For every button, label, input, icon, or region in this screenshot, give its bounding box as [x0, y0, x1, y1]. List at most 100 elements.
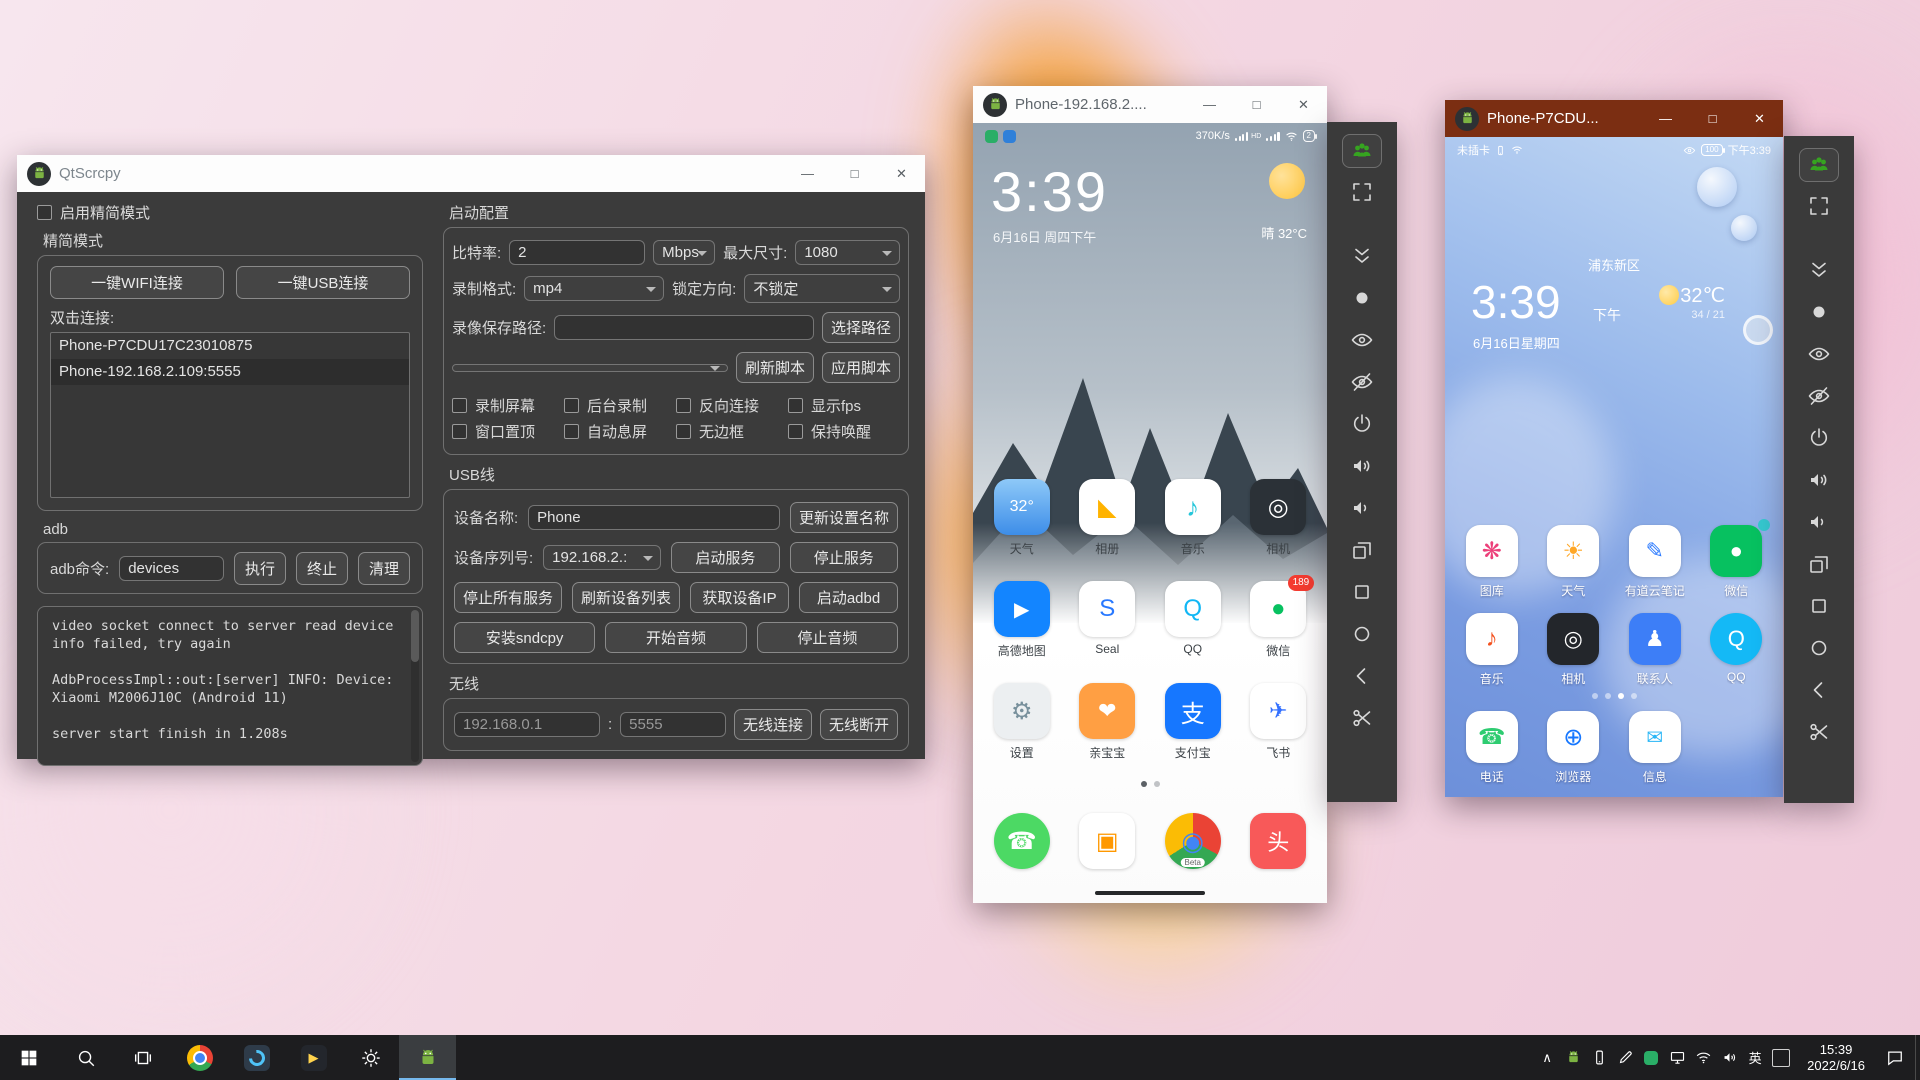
stop-audio-button[interactable]: 停止音频: [756, 622, 898, 653]
checkbox[interactable]: [788, 397, 803, 413]
app-icon[interactable]: ⊕ 浏览器: [1533, 711, 1615, 785]
app-tile[interactable]: ▶: [993, 581, 1050, 637]
checkbox[interactable]: [564, 423, 579, 439]
android-tray[interactable]: [1561, 1043, 1585, 1073]
wireless-disconnect-button[interactable]: 无线断开: [819, 709, 898, 740]
volume-up-button[interactable]: [1801, 462, 1837, 498]
clear-button[interactable]: 清理: [357, 551, 410, 585]
assistive-ball[interactable]: [1743, 315, 1773, 345]
show-desktop-button[interactable]: [1915, 1035, 1920, 1080]
app-icon[interactable]: ☎: [979, 813, 1065, 869]
back-button[interactable]: [1801, 672, 1837, 708]
app-icon[interactable]: ✎ 有道云笔记: [1614, 525, 1696, 599]
volume-down-button[interactable]: [1344, 490, 1380, 526]
choose-path-button[interactable]: 选择路径: [821, 312, 900, 343]
app-tile[interactable]: ♪: [1465, 613, 1518, 665]
checkbox[interactable]: [788, 423, 803, 439]
power-button[interactable]: [1801, 420, 1837, 456]
app-tile[interactable]: ❋: [1465, 525, 1518, 577]
app-icon[interactable]: ✈ 飞书: [1236, 683, 1322, 761]
app-icon[interactable]: ❤ 亲宝宝: [1065, 683, 1151, 761]
touch-cut-button[interactable]: [1801, 714, 1837, 750]
screen-off-button[interactable]: [1801, 378, 1837, 414]
terminate-button[interactable]: 终止: [295, 551, 348, 585]
app-icon[interactable]: ◎ 相机: [1533, 613, 1615, 687]
hidden-icons-chevron[interactable]: ∧: [1535, 1043, 1559, 1073]
taskbar-task-view-button[interactable]: [114, 1035, 171, 1080]
stop-service-button[interactable]: 停止服务: [789, 542, 899, 573]
device-list[interactable]: Phone-P7CDU17C23010875 Phone-192.168.2.10…: [50, 332, 410, 498]
miui-titlebar[interactable]: Phone-192.168.2.... — □ ✕: [973, 86, 1327, 123]
launch-option-checkbox[interactable]: 后台录制: [564, 392, 676, 418]
menu-button[interactable]: [1801, 588, 1837, 624]
app-tile[interactable]: ⚙: [993, 683, 1050, 739]
app-icon[interactable]: ☀ 天气: [1533, 525, 1615, 599]
app-icon[interactable]: 头: [1236, 813, 1322, 869]
stop-all-services-button[interactable]: 停止所有服务: [454, 582, 563, 613]
install-sndcpy-button[interactable]: 安装sndcpy: [454, 622, 596, 653]
app-tile[interactable]: 头: [1250, 813, 1307, 869]
app-icon[interactable]: Q QQ: [1696, 613, 1778, 687]
app-tile[interactable]: ● 189: [1250, 575, 1315, 637]
app-tile[interactable]: ◣: [1079, 479, 1136, 535]
checkbox[interactable]: [676, 397, 691, 413]
launch-option-checkbox[interactable]: 显示fps: [788, 392, 900, 418]
app-icon[interactable]: ♪ 音乐: [1150, 479, 1236, 557]
execute-button[interactable]: 执行: [233, 551, 286, 585]
launch-option-checkbox[interactable]: 保持唤醒: [788, 418, 900, 444]
device-list-item[interactable]: Phone-192.168.2.109:5555: [51, 359, 409, 385]
screen-on-button[interactable]: [1344, 322, 1380, 358]
max-size-combo[interactable]: 1080: [795, 240, 900, 265]
wireless-connect-button[interactable]: 无线连接: [733, 709, 812, 740]
pen-tray[interactable]: [1613, 1043, 1637, 1073]
lock-orientation-combo[interactable]: 不锁定: [744, 274, 900, 303]
app-tile[interactable]: ◎: [1547, 613, 1600, 665]
volume-up-button[interactable]: [1344, 448, 1380, 484]
refresh-script-button[interactable]: 刷新脚本: [735, 352, 814, 383]
app-icon[interactable]: ✉ 信息: [1614, 711, 1696, 785]
app-icon[interactable]: ♪ 音乐: [1451, 613, 1533, 687]
taskbar-qtscrcpy-button[interactable]: [399, 1035, 456, 1080]
group-control-button[interactable]: [1799, 148, 1839, 182]
start-service-button[interactable]: 启动服务: [671, 542, 780, 573]
app-tile[interactable]: ◉ Beta: [1164, 813, 1221, 869]
app-icon[interactable]: ⚙ 设置: [979, 683, 1065, 761]
record-format-combo[interactable]: mp4: [524, 276, 665, 301]
fullscreen-button[interactable]: [1344, 174, 1380, 210]
close-button[interactable]: ✕: [1280, 86, 1327, 123]
menu-button[interactable]: [1344, 574, 1380, 610]
close-button[interactable]: ✕: [878, 155, 925, 192]
home-button[interactable]: [1801, 630, 1837, 666]
wireless-ip-input[interactable]: [454, 712, 600, 737]
script-combo[interactable]: [452, 363, 728, 372]
app-tile[interactable]: ◎: [1250, 479, 1307, 535]
app-tile[interactable]: ▣: [1079, 813, 1136, 869]
checkbox[interactable]: [452, 423, 467, 439]
app-icon[interactable]: ♟ 联系人: [1614, 613, 1696, 687]
enable-simple-mode-checkbox[interactable]: 启用精简模式: [37, 200, 423, 224]
app-tile[interactable]: ⊕: [1547, 711, 1600, 763]
app-tile[interactable]: ☀: [1547, 525, 1600, 577]
app-tile[interactable]: ❤: [1079, 683, 1136, 739]
app-tile[interactable]: S: [1079, 581, 1136, 637]
checkbox[interactable]: [37, 204, 52, 220]
save-path-input[interactable]: [554, 315, 814, 340]
app-icon[interactable]: 支支付宝: [1150, 683, 1236, 761]
minimize-button[interactable]: —: [1642, 100, 1689, 137]
log-scrollbar-thumb[interactable]: [411, 610, 419, 662]
miui-phone-screen[interactable]: 370K/s HD 2 3:39 6月16日 周四下午 晴 32°C 32° 天气…: [973, 123, 1327, 903]
maximize-button[interactable]: □: [1233, 86, 1280, 123]
adb-command-input[interactable]: [119, 555, 224, 581]
volume-tray[interactable]: [1717, 1043, 1741, 1073]
ime-indicator[interactable]: [1772, 1048, 1791, 1067]
taskbar-chrome-button[interactable]: [171, 1035, 228, 1080]
app-tile[interactable]: ✉: [1628, 711, 1681, 763]
app-tile[interactable]: Q: [1710, 613, 1763, 665]
close-button[interactable]: ✕: [1736, 100, 1783, 137]
launch-option-checkbox[interactable]: 反向连接: [676, 392, 788, 418]
app-icon[interactable]: ● 微信: [1696, 519, 1778, 599]
launch-option-checkbox[interactable]: 录制屏幕: [452, 392, 564, 418]
app-icon[interactable]: ● 189 微信: [1236, 575, 1322, 659]
apply-script-button[interactable]: 应用脚本: [821, 352, 900, 383]
app-tile[interactable]: ✎: [1628, 525, 1681, 577]
